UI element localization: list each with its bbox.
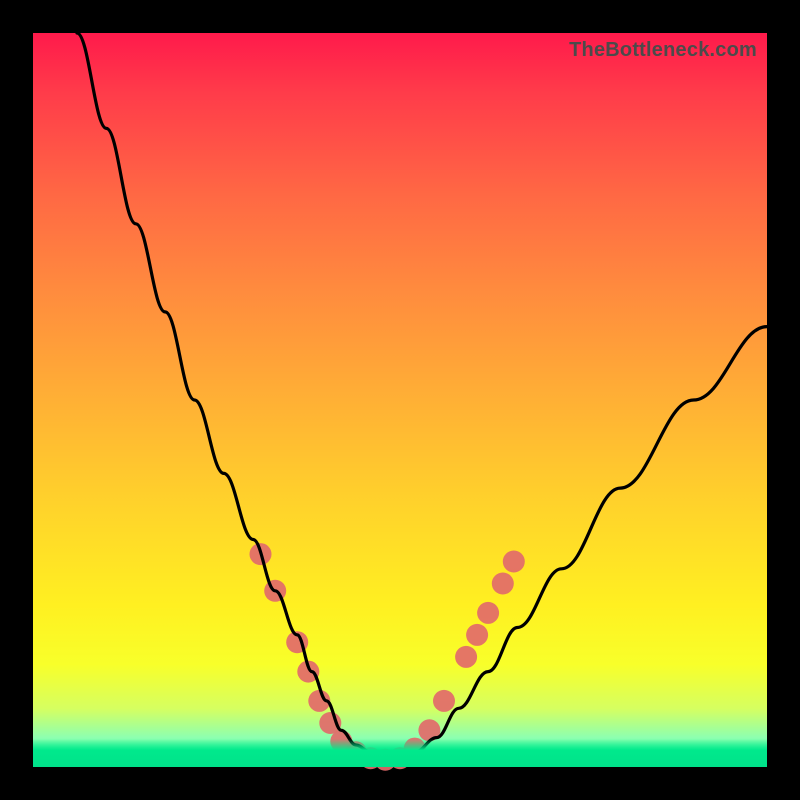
chart-frame: TheBottleneck.com [0, 0, 800, 800]
highlight-dot [466, 624, 488, 646]
highlight-dot [503, 551, 525, 573]
optimal-zone-band [33, 739, 767, 767]
bottleneck-curve [77, 33, 767, 760]
highlight-dot [477, 602, 499, 624]
chart-svg [33, 33, 767, 767]
plot-area: TheBottleneck.com [33, 33, 767, 767]
highlight-dot [492, 573, 514, 595]
highlight-dot [455, 646, 477, 668]
highlight-dot [433, 690, 455, 712]
marker-layer [250, 543, 525, 771]
